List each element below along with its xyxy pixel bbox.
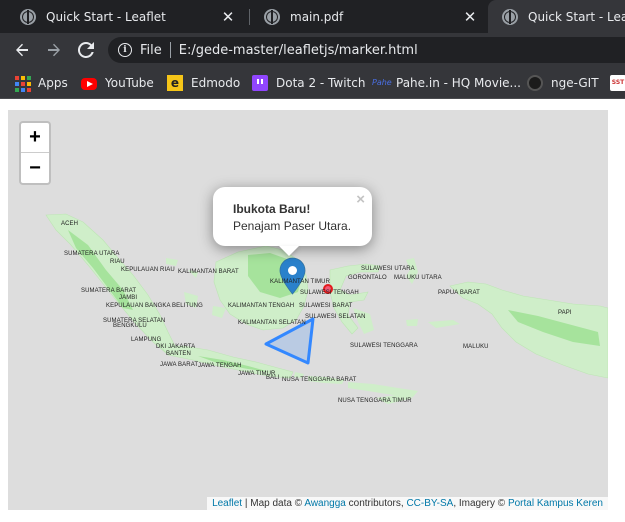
pahe-icon: Pahe (372, 78, 392, 87)
map-label: PAPI (558, 310, 572, 316)
bookmarks-bar: Apps YouTube e Edmodo Dota 2 - Twitch Pa… (0, 67, 625, 99)
map-label: BANTEN (166, 351, 191, 357)
map-label: DKI JAKARTA (156, 344, 196, 350)
arrow-left-icon (16, 43, 28, 57)
url-text[interactable]: E:/gede-master/leafletjs/marker.html (179, 43, 418, 58)
globe-icon (264, 8, 280, 25)
belitung-island (212, 306, 226, 318)
bookmark-apps[interactable]: Apps (14, 75, 68, 92)
tab-title: main.pdf (290, 9, 344, 24)
map-label: ACEH (61, 221, 79, 227)
map-label: PAPUA BARAT (438, 290, 480, 296)
reload-button[interactable] (74, 38, 98, 62)
globe-icon (20, 8, 36, 25)
portal-link[interactable]: Portal Kampus Keren (508, 498, 603, 509)
map-label: JAWA TENGAH (198, 363, 242, 369)
bookmark-youtube[interactable]: YouTube (81, 75, 154, 91)
edmodo-icon: e (167, 75, 183, 91)
map-label: KEPULAUAN RIAU (121, 267, 175, 273)
close-icon[interactable]: ✕ (462, 8, 478, 26)
url-scheme-label: File (140, 42, 162, 58)
indonesia-basemap (45, 213, 608, 404)
leaflet-link[interactable]: Leaflet (212, 498, 242, 509)
map-label: GORONTALO (348, 275, 387, 281)
attribution-text: contributors, (345, 498, 407, 509)
zoom-in-button[interactable]: + (21, 123, 49, 153)
map-label: KALIMANTAN TIMUR (270, 279, 331, 285)
map-label: KALIMANTAN TENGAH (228, 303, 295, 309)
map-label: NUSA TENGGARA TIMUR (338, 398, 412, 404)
map-label: SULAWESI SELATAN (305, 314, 366, 320)
globe-icon (502, 8, 518, 25)
map-label: MALUKU (463, 344, 489, 350)
tab-title: Quick Start - Leaflet (528, 9, 625, 24)
map-label: SUMATERA BARAT (81, 288, 137, 294)
bookmark-pahe[interactable]: Pahe Pahe.in - HQ Movie... (372, 75, 521, 91)
map-label: SULAWESI UTARA (361, 266, 415, 272)
map-label: KEPULAUAN BANGKA BELITUNG (106, 303, 203, 309)
map-label: SUMATERA UTARA (64, 251, 120, 257)
reload-icon (78, 42, 94, 58)
map-label: JAWA BARAT (160, 362, 199, 368)
seram-island (428, 320, 460, 328)
zoom-out-button[interactable]: − (21, 153, 49, 183)
bookmark-sst[interactable]: SST (610, 75, 625, 91)
bookmark-label: Apps (38, 76, 68, 90)
tab-main-pdf[interactable]: main.pdf ✕ (250, 0, 488, 33)
map-label: MALUKU UTARA (394, 275, 442, 281)
zoom-control: + − (19, 121, 51, 185)
bookmark-nge-git[interactable]: nge-GIT (527, 75, 599, 91)
map-attribution: Leaflet | Map data © Awangga contributor… (207, 497, 608, 510)
ntt-island (348, 382, 418, 397)
map-label: SULAWESI TENGGARA (350, 343, 418, 349)
map-label: BALI (266, 375, 280, 381)
bookmark-edmodo[interactable]: e Edmodo (167, 75, 240, 91)
tab-quick-start-active[interactable]: Quick Start - Leaflet (488, 0, 625, 33)
twitch-icon (252, 75, 268, 91)
map-label: RIAU (110, 259, 125, 265)
bookmark-dota-twitch[interactable]: Dota 2 - Twitch (252, 75, 365, 91)
map-label: BENGKULU (113, 323, 147, 329)
github-icon (527, 75, 543, 91)
youtube-icon (81, 78, 97, 90)
close-icon[interactable]: ✕ (220, 8, 236, 26)
map-label: SULAWESI TENGAH (300, 290, 359, 296)
bookmark-label: YouTube (105, 76, 154, 90)
tab-title: Quick Start - Leaflet (46, 9, 166, 24)
close-icon[interactable]: × (356, 191, 365, 208)
sst-icon: SST (610, 75, 625, 91)
popup-body: Penajam Paser Utara. (233, 219, 352, 233)
map-label: SULAWESI BARAT (299, 303, 353, 309)
buru-island (406, 319, 418, 326)
info-icon[interactable]: i (118, 43, 132, 57)
awangga-link[interactable]: Awangga (304, 498, 346, 509)
map-label: NUSA TENGGARA BARAT (282, 377, 357, 383)
license-link[interactable]: CC-BY-SA (406, 498, 453, 509)
url-divider (169, 42, 171, 58)
marker-popup: Ibukota Baru! Penajam Paser Utara. × (213, 187, 372, 246)
tab-quick-start-1[interactable]: Quick Start - Leaflet ✕ (6, 0, 246, 33)
forward-button[interactable] (42, 38, 66, 62)
attribution-text: | Map data © (242, 498, 305, 509)
bookmark-label: Edmodo (191, 76, 241, 90)
leaflet-map[interactable]: ACEH SUMATERA UTARA RIAU KEPULAUAN RIAU … (8, 110, 608, 510)
arrow-right-icon (48, 43, 60, 57)
map-label: KALIMANTAN SELATAN (238, 320, 306, 326)
attribution-text: , Imagery © (453, 498, 508, 509)
map-label: LAMPUNG (131, 337, 162, 343)
back-button[interactable] (10, 38, 34, 62)
address-bar[interactable]: i File E:/gede-master/leafletjs/marker.h… (108, 37, 625, 63)
bookmark-label: nge-GIT (551, 76, 599, 90)
browser-toolbar: i File E:/gede-master/leafletjs/marker.h… (0, 33, 625, 67)
bookmark-label: Pahe.in - HQ Movie... (396, 76, 521, 90)
bookmark-label: Dota 2 - Twitch (276, 76, 366, 90)
apps-grid-icon (14, 75, 31, 92)
map-label: KALIMANTAN BARAT (178, 269, 239, 275)
tab-strip: Quick Start - Leaflet ✕ main.pdf ✕ Quick… (0, 0, 625, 33)
popup-tip (279, 246, 299, 256)
popup-title: Ibukota Baru! (233, 202, 311, 216)
map-label: JAMBI (119, 295, 138, 301)
